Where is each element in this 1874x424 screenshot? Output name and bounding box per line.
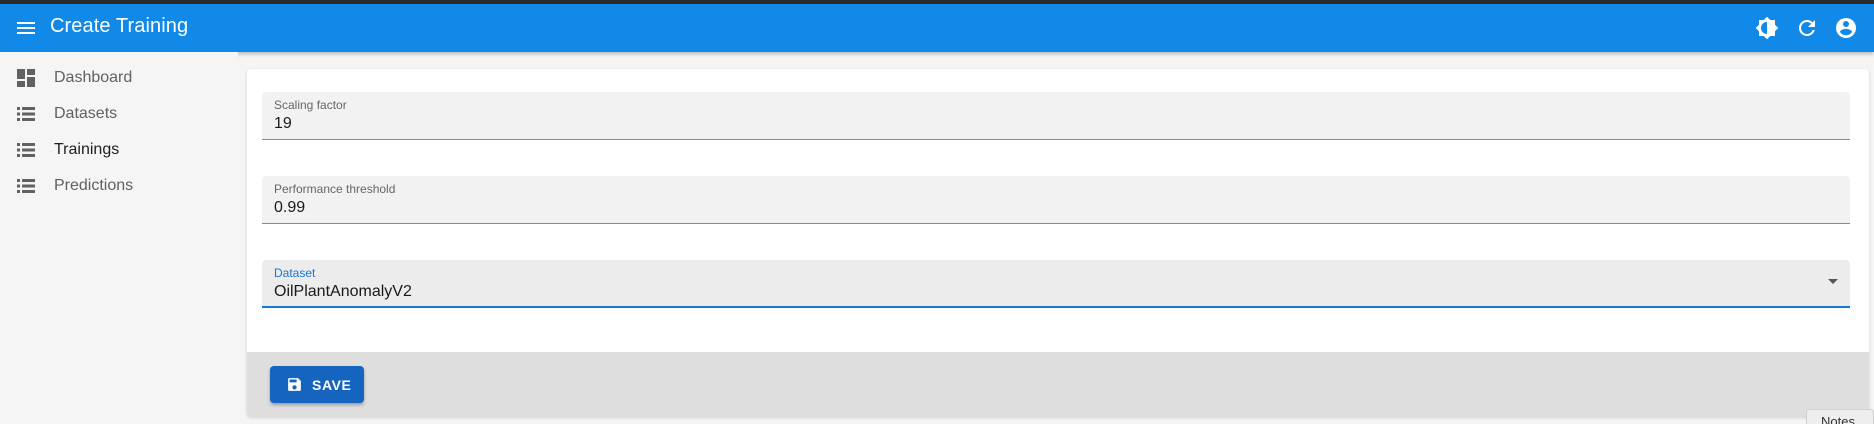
sidebar-item-label: Predictions — [54, 177, 134, 194]
training-form-card: Scaling factor 19 Performance threshold … — [247, 69, 1869, 417]
dataset-value[interactable]: OilPlantAnomalyV2 — [274, 283, 412, 301]
notes-tab[interactable]: Notes — [1806, 409, 1874, 424]
performance-threshold-label: Performance threshold — [274, 182, 396, 196]
scaling-factor-field[interactable]: Scaling factor 19 — [262, 92, 1850, 140]
refresh-icon[interactable] — [1795, 16, 1819, 40]
sidebar: Dashboard Datasets Trainings Predictions — [0, 52, 238, 424]
list-icon — [16, 104, 36, 124]
sidebar-item-dashboard[interactable]: Dashboard — [0, 60, 238, 96]
page-title: Create Training — [50, 15, 189, 37]
save-icon — [286, 376, 303, 393]
sidebar-item-datasets[interactable]: Datasets — [0, 96, 238, 132]
form-toolbar: SAVE — [247, 352, 1869, 417]
sidebar-item-label: Dashboard — [54, 69, 133, 86]
dataset-label: Dataset — [274, 266, 316, 280]
menu-icon[interactable] — [14, 16, 38, 40]
brightness-icon[interactable] — [1755, 16, 1779, 40]
account-circle-icon[interactable] — [1834, 16, 1858, 40]
sidebar-item-predictions[interactable]: Predictions — [0, 168, 238, 204]
scaling-factor-value[interactable]: 19 — [274, 115, 292, 133]
sidebar-item-label: Trainings — [54, 141, 120, 158]
performance-threshold-value[interactable]: 0.99 — [274, 199, 305, 217]
app-bar: Create Training — [0, 4, 1874, 52]
dataset-select[interactable]: Dataset OilPlantAnomalyV2 — [262, 260, 1850, 308]
performance-threshold-field[interactable]: Performance threshold 0.99 — [262, 176, 1850, 224]
dashboard-icon — [16, 68, 36, 88]
save-button[interactable]: SAVE — [270, 366, 364, 403]
list-icon — [16, 140, 36, 160]
scaling-factor-label: Scaling factor — [274, 98, 347, 112]
chevron-down-icon[interactable] — [1828, 279, 1838, 284]
sidebar-item-label: Datasets — [54, 105, 118, 122]
sidebar-item-trainings[interactable]: Trainings — [0, 132, 238, 168]
list-icon — [16, 176, 36, 196]
save-button-label: SAVE — [312, 377, 352, 393]
